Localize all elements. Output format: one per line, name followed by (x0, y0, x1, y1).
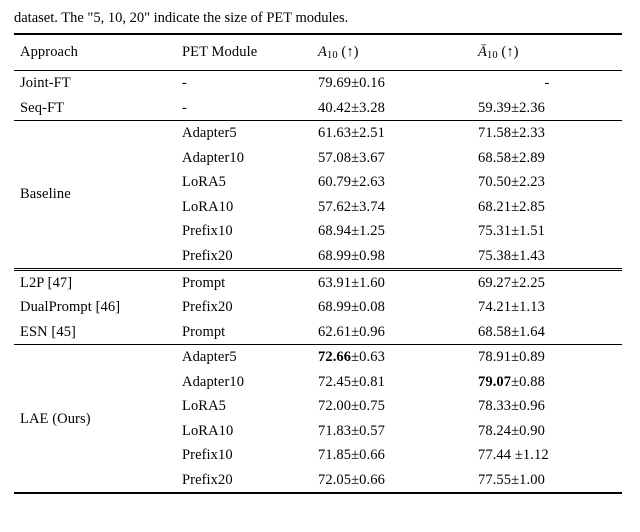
col-header-approach: Approach (14, 34, 176, 71)
cell-module: Prefix10 (176, 219, 312, 243)
cell-a10: 72.45±0.81 (312, 370, 472, 394)
cell-a10: 71.83±0.57 (312, 419, 472, 443)
cell-abar: 79.07±0.88 (472, 370, 622, 394)
table-row: DualPrompt [46] Prefix20 68.99±0.08 74.2… (14, 295, 622, 319)
cell-module: Adapter10 (176, 146, 312, 170)
table-row: L2P [47] Prompt 63.91±1.60 69.27±2.25 (14, 270, 622, 296)
results-table: Approach PET Module A10 (↑) Ā10 (↑) Join… (14, 33, 622, 494)
cell-abar: 68.58±1.64 (472, 320, 622, 345)
cell-abar: 68.21±2.85 (472, 195, 622, 219)
cell-abar: 78.33±0.96 (472, 394, 622, 418)
cell-abar: 71.58±2.33 (472, 121, 622, 146)
cell-module: Prompt (176, 320, 312, 345)
cell-a10: 63.91±1.60 (312, 270, 472, 296)
cell-abar: - (472, 71, 622, 96)
cell-approach: Seq-FT (14, 96, 176, 121)
cell-a10: 72.05±0.66 (312, 468, 472, 493)
cell-a10: 62.61±0.96 (312, 320, 472, 345)
cell-module: Prefix20 (176, 295, 312, 319)
cell-abar: 78.24±0.90 (472, 419, 622, 443)
table-row: LAE (Ours) Adapter5 72.66±0.63 78.91±0.8… (14, 345, 622, 370)
cell-abar: 78.91±0.89 (472, 345, 622, 370)
cell-module: LoRA10 (176, 195, 312, 219)
cell-abar: 77.44 ±1.12 (472, 443, 622, 467)
cell-approach: LAE (Ours) (14, 345, 176, 493)
table-row: Baseline Adapter5 61.63±2.51 71.58±2.33 (14, 121, 622, 146)
cell-module: Prefix10 (176, 443, 312, 467)
table-header-row: Approach PET Module A10 (↑) Ā10 (↑) (14, 34, 622, 71)
cell-module: LoRA5 (176, 170, 312, 194)
cell-abar: 70.50±2.23 (472, 170, 622, 194)
cell-a10: 60.79±2.63 (312, 170, 472, 194)
cell-approach: DualPrompt [46] (14, 295, 176, 319)
cell-module: Adapter5 (176, 121, 312, 146)
table-caption-fragment: dataset. The "5, 10, 20" indicate the si… (14, 10, 626, 27)
cell-a10: 72.66±0.63 (312, 345, 472, 370)
cell-abar: 59.39±2.36 (472, 96, 622, 121)
cell-module: - (176, 96, 312, 121)
cell-abar: 69.27±2.25 (472, 270, 622, 296)
cell-module: LoRA10 (176, 419, 312, 443)
cell-a10: 57.62±3.74 (312, 195, 472, 219)
cell-approach: Joint-FT (14, 71, 176, 96)
cell-a10: 61.63±2.51 (312, 121, 472, 146)
cell-abar: 74.21±1.13 (472, 295, 622, 319)
cell-module: Prompt (176, 270, 312, 296)
cell-a10: 57.08±3.67 (312, 146, 472, 170)
cell-abar: 68.58±2.89 (472, 146, 622, 170)
table-row: Seq-FT - 40.42±3.28 59.39±2.36 (14, 96, 622, 121)
cell-approach: Baseline (14, 121, 176, 270)
col-header-a10: A10 (↑) (312, 34, 472, 71)
cell-module: Adapter5 (176, 345, 312, 370)
col-header-module: PET Module (176, 34, 312, 71)
cell-a10: 68.94±1.25 (312, 219, 472, 243)
cell-module: - (176, 71, 312, 96)
cell-module: Prefix20 (176, 468, 312, 493)
col-header-abar: Ā10 (↑) (472, 34, 622, 71)
cell-abar: 75.31±1.51 (472, 219, 622, 243)
cell-abar: 77.55±1.00 (472, 468, 622, 493)
cell-a10: 68.99±0.08 (312, 295, 472, 319)
cell-approach: ESN [45] (14, 320, 176, 345)
cell-abar: 75.38±1.43 (472, 244, 622, 270)
cell-a10: 72.00±0.75 (312, 394, 472, 418)
cell-module: Prefix20 (176, 244, 312, 270)
cell-module: Adapter10 (176, 370, 312, 394)
cell-a10: 40.42±3.28 (312, 96, 472, 121)
cell-module: LoRA5 (176, 394, 312, 418)
cell-approach: L2P [47] (14, 270, 176, 296)
cell-a10: 68.99±0.98 (312, 244, 472, 270)
table-row: Joint-FT - 79.69±0.16 - (14, 71, 622, 96)
table-row: ESN [45] Prompt 62.61±0.96 68.58±1.64 (14, 320, 622, 345)
cell-a10: 79.69±0.16 (312, 71, 472, 96)
cell-a10: 71.85±0.66 (312, 443, 472, 467)
